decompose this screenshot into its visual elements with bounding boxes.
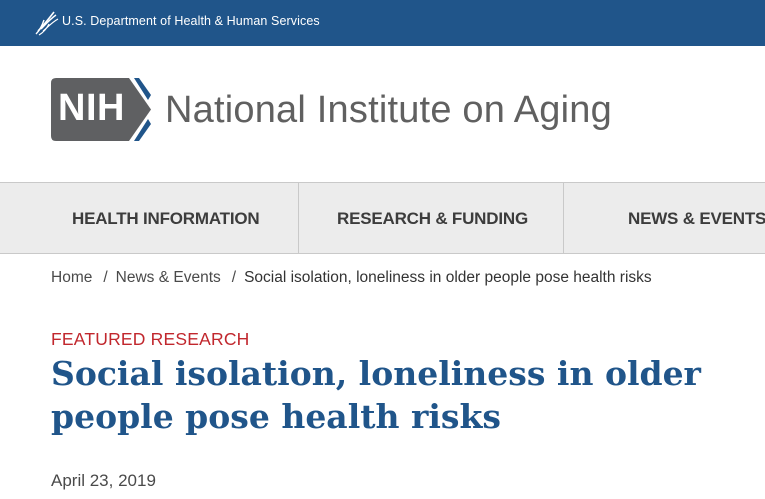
nav-item-label: RESEARCH & FUNDING [337, 209, 528, 228]
nih-badge-text: NIH [58, 87, 125, 129]
breadcrumb-current: Social isolation, loneliness in older pe… [244, 269, 652, 286]
hhs-eagle-icon[interactable] [34, 8, 60, 36]
nav-item-label: NEWS & EVENTS [628, 209, 765, 228]
nav-item-research-funding[interactable]: RESEARCH & FUNDING [299, 183, 564, 253]
breadcrumb-separator: / [231, 269, 237, 286]
site-name: National Institute on Aging [165, 89, 612, 131]
hhs-link[interactable]: U.S. Department of Health & Human Servic… [62, 14, 320, 28]
article-kicker: FEATURED RESEARCH [51, 329, 250, 349]
breadcrumb-separator: / [103, 269, 108, 286]
publish-date: April 23, 2019 [51, 471, 156, 490]
breadcrumb-news-events[interactable]: News & Events [116, 269, 221, 286]
breadcrumb-home[interactable]: Home [51, 269, 92, 286]
page-title: Social isolation, loneliness in older pe… [51, 354, 701, 436]
nav-item-label: HEALTH INFORMATION [72, 209, 260, 228]
main-nav: HEALTH INFORMATION RESEARCH & FUNDING NE… [0, 182, 765, 254]
breadcrumb: Home / News & Events / Social isolation, lon… [51, 269, 652, 287]
hhs-top-bar: U.S. Department of Health & Human Servic… [0, 0, 765, 46]
nav-item-health-information[interactable]: HEALTH INFORMATION [0, 183, 299, 253]
nav-item-news-events[interactable]: NEWS & EVENTS [564, 183, 765, 253]
